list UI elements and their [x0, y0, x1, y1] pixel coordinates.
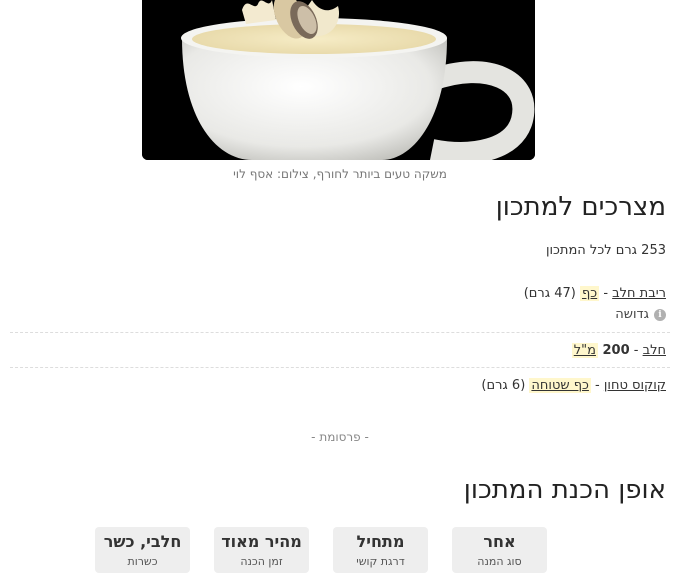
ingredient-separator: - [599, 286, 613, 301]
info-box-label: דרגת קושי [356, 555, 405, 568]
ingredient-amount: 200 [597, 343, 630, 358]
info-box-value: אחר [483, 532, 516, 551]
info-box-value: מתחיל [356, 532, 405, 551]
method-heading: אופן הכנת המתכון [463, 475, 666, 505]
divider [10, 332, 670, 333]
ingredient-note-text: גדושה [615, 307, 649, 322]
info-box-kashrut: חלבי, כשר כשרות [95, 527, 190, 573]
ingredient-weight: (47 גרם) [523, 286, 580, 301]
ingredient-weight: (6 גרם) [481, 378, 530, 393]
cup-illustration [142, 0, 535, 160]
recipe-photo [142, 0, 535, 160]
ingredient-name-link[interactable]: ריבת חלב [612, 286, 666, 301]
recipe-page: משקה טעים ביותר לחורף, צילום: אסף לוי מצ… [0, 0, 680, 581]
ingredient-separator: - [629, 343, 643, 358]
ingredient-name-link[interactable]: חלב [643, 343, 666, 358]
ingredient-unit[interactable]: מ"ל [571, 343, 598, 358]
ingredients-heading: מצרכים למתכון [495, 192, 666, 222]
ingredient-row: חלב - 200 מ"ל [571, 343, 666, 358]
ingredient-row: קוקוס טחון - כף שטוחה (6 גרם) [481, 378, 666, 393]
info-box-label: סוג המנה [477, 555, 522, 568]
divider [10, 367, 670, 368]
photo-caption: משקה טעים ביותר לחורף, צילום: אסף לוי [233, 167, 447, 181]
recipe-total-weight: 253 גרם לכל המתכון [545, 243, 666, 258]
ingredient-note: i גדושה [615, 307, 666, 322]
info-box-label: זמן הכנה [240, 555, 283, 568]
ingredient-unit[interactable]: כף [579, 286, 600, 301]
info-icon[interactable]: i [654, 308, 666, 321]
ingredient-separator: - [590, 378, 604, 393]
info-box-value: חלבי, כשר [103, 532, 182, 551]
info-box-label: כשרות [127, 555, 158, 568]
ad-label: - פרסומת - [311, 430, 369, 444]
ingredient-row: ריבת חלב - כף (47 גרם) [524, 286, 666, 301]
info-box-dish-type: אחר סוג המנה [452, 527, 547, 573]
info-box-prep-time: מהיר מאוד זמן הכנה [214, 527, 309, 573]
info-box-value: מהיר מאוד [221, 532, 302, 551]
recipe-info-boxes: אחר סוג המנה מתחיל דרגת קושי מהיר מאוד ז… [95, 527, 547, 573]
ingredient-unit[interactable]: כף שטוחה [529, 378, 591, 393]
ingredient-name-link[interactable]: קוקוס טחון [604, 378, 666, 393]
info-box-difficulty: מתחיל דרגת קושי [333, 527, 428, 573]
